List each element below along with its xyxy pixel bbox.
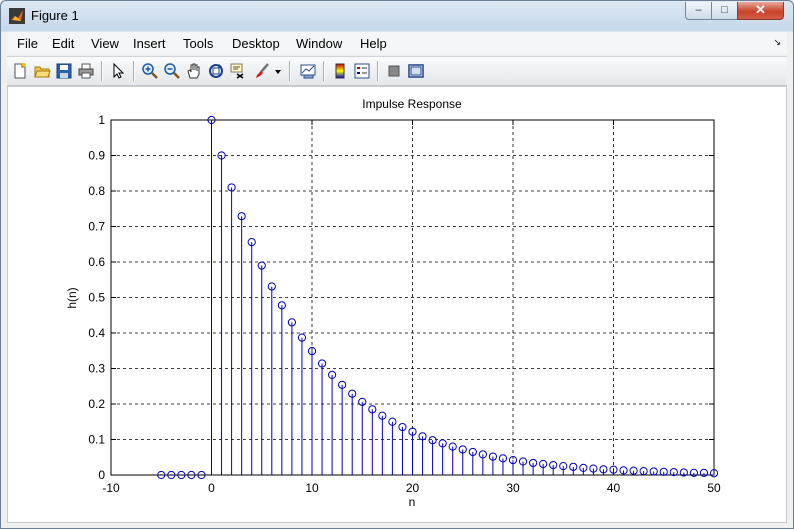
toolbar-separator <box>377 61 379 81</box>
pan-hand-icon[interactable] <box>185 62 203 80</box>
brush-icon[interactable] <box>253 62 271 80</box>
x-tick-label: 50 <box>707 481 721 495</box>
toolbar-separator <box>289 61 291 81</box>
y-tick-label: 0.1 <box>88 433 105 447</box>
minimize-button[interactable]: – <box>685 2 712 20</box>
colorbar-icon[interactable] <box>331 62 349 80</box>
new-figure-icon[interactable] <box>11 62 29 80</box>
menu-view[interactable]: View <box>91 36 119 51</box>
menu-bar: File Edit View Insert Tools Desktop Wind… <box>7 32 787 54</box>
x-tick-label: 40 <box>607 481 621 495</box>
title-bar[interactable]: Figure 1 – □ ✕ <box>1 1 793 31</box>
figure-window: Figure 1 – □ ✕ File Edit View Insert Too… <box>0 0 794 529</box>
y-tick-label: 0.4 <box>88 326 105 340</box>
figure-canvas[interactable]: Impulse Response -10 0 10 20 30 40 50 0 0.1 0.2 0… <box>7 86 787 523</box>
print-icon[interactable] <box>77 62 95 80</box>
toolbar-separator <box>101 61 103 81</box>
data-cursor-icon[interactable] <box>229 62 247 80</box>
dropdown-arrow-icon[interactable] <box>273 62 283 80</box>
y-axis-label: h(n) <box>65 287 79 308</box>
stem-plot[interactable]: Impulse Response -10 0 10 20 30 40 50 00.10.20… <box>8 87 786 522</box>
legend-icon[interactable] <box>353 62 371 80</box>
save-icon[interactable] <box>55 62 73 80</box>
x-tick-label: -10 <box>102 481 120 495</box>
y-tick-label: 0.5 <box>88 291 105 305</box>
show-plot-tools-icon[interactable] <box>407 62 425 80</box>
menu-overflow-icon[interactable]: ↘ <box>773 37 781 48</box>
y-tick-label: 0.3 <box>88 362 105 376</box>
toolbar-separator <box>323 61 325 81</box>
x-tick-label: 0 <box>208 481 215 495</box>
toolbar-separator <box>133 61 135 81</box>
chart-title: Impulse Response <box>362 97 462 111</box>
x-tick-label: 20 <box>406 481 420 495</box>
y-tick-label: 0.6 <box>88 255 105 269</box>
menu-file[interactable]: File <box>17 36 38 51</box>
zoom-out-icon[interactable] <box>163 62 181 80</box>
y-tick-label: 0.8 <box>88 184 105 198</box>
x-axis-label: n <box>409 495 416 509</box>
figure-toolbar <box>7 56 787 86</box>
menu-help[interactable]: Help <box>360 36 387 51</box>
open-file-icon[interactable] <box>33 62 51 80</box>
menu-desktop[interactable]: Desktop <box>232 36 280 51</box>
y-tick-label: 0.7 <box>88 220 105 234</box>
y-tick-label: 0 <box>98 468 105 482</box>
menu-window[interactable]: Window <box>296 36 342 51</box>
window-title: Figure 1 <box>31 8 79 23</box>
matlab-logo-icon <box>9 8 25 24</box>
link-plot-icon[interactable] <box>299 62 317 80</box>
y-tick-label: 0.9 <box>88 149 105 163</box>
zoom-in-icon[interactable] <box>141 62 159 80</box>
x-tick-label: 30 <box>506 481 520 495</box>
hide-plot-tools-icon[interactable] <box>385 62 403 80</box>
rotate-3d-icon[interactable] <box>207 62 225 80</box>
y-tick-label: 1 <box>98 113 105 127</box>
maximize-button[interactable]: □ <box>711 2 738 20</box>
menu-tools[interactable]: Tools <box>183 36 213 51</box>
pointer-icon[interactable] <box>109 62 127 80</box>
menu-edit[interactable]: Edit <box>52 36 74 51</box>
y-tick-label: 0.2 <box>88 397 105 411</box>
close-button[interactable]: ✕ <box>737 2 784 20</box>
menu-insert[interactable]: Insert <box>133 36 166 51</box>
x-tick-label: 10 <box>305 481 319 495</box>
